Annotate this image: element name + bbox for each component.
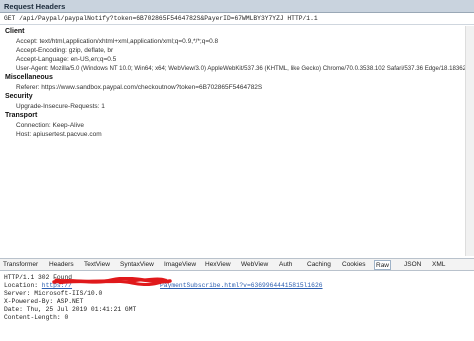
- section-security[interactable]: Security: [5, 93, 33, 100]
- location-label: Location:: [4, 282, 42, 289]
- request-headers-title: Request Headers: [4, 2, 66, 11]
- headers-scrollbar[interactable]: [465, 26, 474, 256]
- response-tabs: Transformer Headers TextView SyntaxView …: [0, 258, 474, 271]
- header-user-agent[interactable]: User-Agent: Mozilla/5.0 (Windows NT 10.0…: [16, 65, 466, 72]
- request-line-bar[interactable]: GET /api/Paypal/paypalNotify?token=6B702…: [0, 13, 474, 25]
- response-content-length-line: Content-Length: 0: [4, 314, 69, 321]
- header-connection[interactable]: Connection: Keep-Alive: [16, 122, 84, 129]
- tab-raw[interactable]: Raw: [374, 260, 392, 270]
- request-headers-title-bar: Request Headers: [0, 0, 474, 13]
- section-client[interactable]: Client: [5, 28, 24, 35]
- header-accept[interactable]: Accept: text/html,application/xhtml+xml,…: [16, 38, 218, 45]
- tab-xml[interactable]: XML: [432, 260, 445, 270]
- redaction-scribble: [52, 277, 172, 286]
- section-transport[interactable]: Transport: [5, 112, 37, 119]
- response-powered-by-line: X-Powered-By: ASP.NET: [4, 298, 84, 305]
- raw-response-view[interactable]: HTTP/1.1 302 Found Location: https://Pay…: [0, 272, 474, 341]
- tab-syntaxview[interactable]: SyntaxView: [120, 260, 154, 270]
- response-server-line: Server: Microsoft-IIS/10.0: [4, 290, 103, 297]
- header-host[interactable]: Host: apiusertest.pacvue.com: [16, 131, 102, 138]
- header-accept-language[interactable]: Accept-Language: en-US,en;q=0.5: [16, 56, 116, 63]
- tab-headers[interactable]: Headers: [49, 260, 74, 270]
- tab-transformer[interactable]: Transformer: [3, 260, 38, 270]
- headers-tree: Client Accept: text/html,application/xht…: [0, 26, 474, 256]
- tab-webview[interactable]: WebView: [241, 260, 268, 270]
- tab-auth[interactable]: Auth: [279, 260, 292, 270]
- header-accept-encoding[interactable]: Accept-Encoding: gzip, deflate, br: [16, 47, 113, 54]
- section-miscellaneous[interactable]: Miscellaneous: [5, 74, 53, 81]
- location-link[interactable]: PaymentSubscribe.html?v=63699644415815l1…: [160, 282, 323, 289]
- tab-cookies[interactable]: Cookies: [342, 260, 365, 270]
- tab-textview[interactable]: TextView: [84, 260, 110, 270]
- tab-hexview[interactable]: HexView: [205, 260, 231, 270]
- header-upgrade-insecure-requests[interactable]: Upgrade-Insecure-Requests: 1: [16, 103, 105, 110]
- response-date-line: Date: Thu, 25 Jul 2019 01:41:21 GMT: [4, 306, 137, 313]
- tab-json[interactable]: JSON: [404, 260, 421, 270]
- tab-caching[interactable]: Caching: [307, 260, 331, 270]
- tab-imageview[interactable]: ImageView: [164, 260, 196, 270]
- fiddler-inspector: Request Headers GET /api/Paypal/paypalNo…: [0, 0, 474, 341]
- request-line[interactable]: GET /api/Paypal/paypalNotify?token=6B702…: [4, 15, 318, 22]
- header-referer[interactable]: Referer: https://www.sandbox.paypal.com/…: [16, 84, 262, 91]
